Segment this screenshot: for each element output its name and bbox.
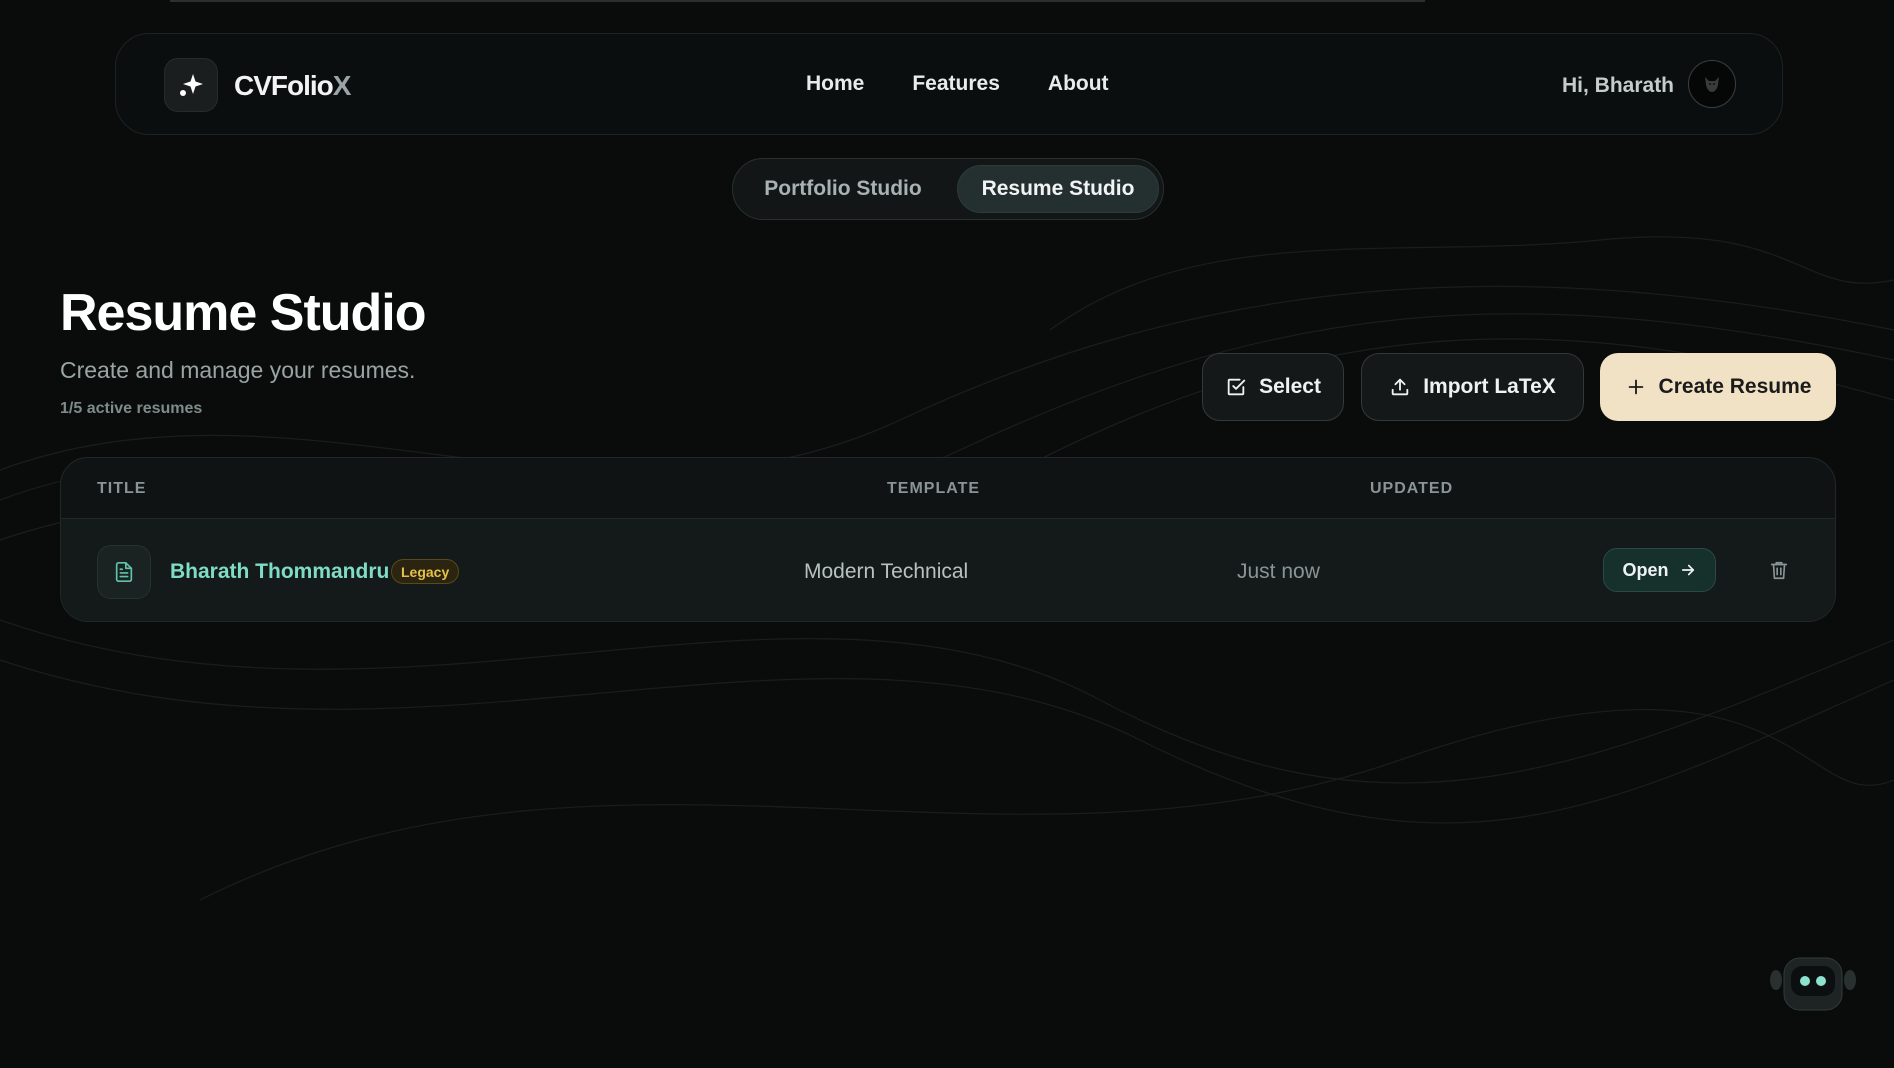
delete-resume-button[interactable] (1766, 557, 1792, 583)
tab-resume-studio[interactable]: Resume Studio (957, 165, 1159, 213)
user-avatar-icon (1705, 77, 1719, 92)
upload-icon (1391, 378, 1409, 396)
plus-icon (1628, 379, 1643, 395)
arrow-right-icon (1681, 564, 1694, 576)
import-latex-button[interactable]: Import LaTeX (1361, 353, 1584, 421)
avatar[interactable] (1688, 60, 1736, 108)
active-resume-count: 1/5 active resumes (60, 400, 203, 417)
trash-icon (1770, 561, 1788, 580)
user-greeting: Hi, Bharath (1562, 74, 1675, 97)
page-subtitle: Create and manage your resumes. (60, 357, 416, 383)
select-button[interactable]: Select (1202, 353, 1344, 421)
resume-file-badge (97, 545, 151, 599)
tab-portfolio-studio[interactable]: Portfolio Studio (753, 165, 933, 213)
resume-table: TITLE TEMPLATE UPDATED Bharath Thommandr… (60, 457, 1836, 622)
brand-name[interactable]: CVFolioX (234, 70, 352, 102)
brand-name-suffix: X (332, 70, 352, 101)
resume-title-link[interactable]: Bharath Thommandru (170, 560, 389, 584)
open-button-label: Open (1622, 559, 1669, 580)
resume-template-cell: Modern Technical (804, 560, 969, 583)
robot-icon (1770, 957, 1856, 1011)
sparkle-icon (180, 74, 203, 96)
document-icon (115, 562, 133, 582)
resume-updated-cell: Just now (1237, 560, 1320, 583)
create-resume-button[interactable]: Create Resume (1600, 353, 1836, 421)
legacy-badge: Legacy (391, 559, 460, 584)
column-header-template[interactable]: TEMPLATE (887, 480, 980, 498)
checkbox-icon (1227, 378, 1246, 396)
open-resume-button[interactable]: Open (1603, 548, 1716, 592)
column-header-updated[interactable]: UPDATED (1370, 480, 1453, 498)
nav-features[interactable]: Features (912, 72, 1000, 96)
select-button-label: Select (1259, 375, 1321, 398)
column-header-title[interactable]: TITLE (97, 480, 146, 498)
navbar: CVFolioX Home Features About Hi, Bharath (115, 33, 1783, 135)
assistant-bot-button[interactable] (1768, 956, 1858, 1016)
studio-tabs: Portfolio Studio Resume Studio (732, 158, 1164, 220)
page-title: Resume Studio (60, 284, 426, 342)
create-resume-label: Create Resume (1658, 375, 1812, 398)
import-latex-label: Import LaTeX (1423, 375, 1556, 398)
table-header: TITLE TEMPLATE UPDATED (61, 458, 1835, 519)
brand-name-main: CVFolio (234, 70, 334, 101)
top-divider (170, 0, 1425, 2)
logo-badge[interactable] (164, 58, 218, 112)
nav-home[interactable]: Home (806, 72, 864, 96)
nav-links: Home Features About (806, 72, 1109, 96)
nav-about[interactable]: About (1048, 72, 1109, 96)
table-row[interactable]: Bharath Thommandru Legacy Modern Technic… (61, 519, 1835, 621)
